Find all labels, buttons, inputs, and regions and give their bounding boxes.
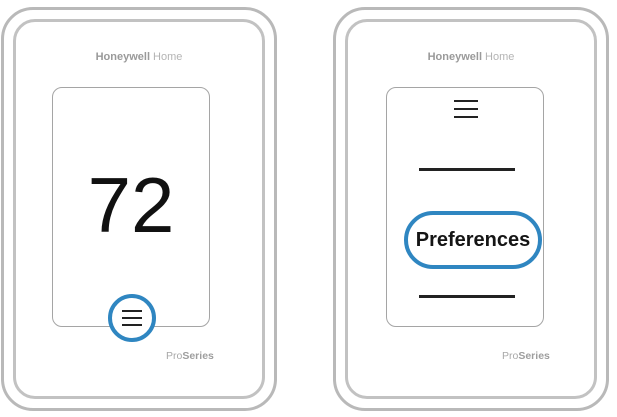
preferences-menu-item[interactable]: Preferences [404, 211, 542, 269]
hamburger-menu-icon[interactable] [454, 100, 478, 118]
series-name-light: Pro [502, 350, 519, 362]
brand-logo: Honeywell Home [16, 51, 262, 63]
brand-name-strong: Honeywell [95, 51, 150, 63]
diagram-stage: Honeywell Home 72 ProSeries Honeywell Ho… [0, 0, 617, 417]
temperature-display: 72 [87, 161, 175, 249]
thermostat-menu-faceplate: Honeywell Home Preferences ProSeries [345, 19, 597, 399]
brand-name-strong: Honeywell [427, 51, 482, 63]
hamburger-menu-icon [122, 310, 142, 326]
series-name-strong: Series [518, 350, 550, 362]
brand-name-light: Home [482, 51, 515, 63]
series-name-light: Pro [166, 350, 183, 362]
series-name-strong: Series [182, 350, 214, 362]
menu-divider-top [419, 168, 515, 171]
menu-screen [386, 87, 544, 327]
thermostat-home-device: Honeywell Home 72 ProSeries [1, 7, 277, 411]
brand-logo: Honeywell Home [348, 51, 594, 63]
brand-name-light: Home [150, 51, 183, 63]
menu-divider-bottom [419, 295, 515, 298]
thermostat-home-faceplate: Honeywell Home 72 ProSeries [13, 19, 265, 399]
home-screen: 72 [52, 87, 210, 327]
series-logo: ProSeries [166, 350, 214, 362]
preferences-label: Preferences [415, 229, 531, 251]
thermostat-menu-device: Honeywell Home Preferences ProSeries [333, 7, 609, 411]
menu-button[interactable] [108, 294, 156, 342]
series-logo: ProSeries [502, 350, 550, 362]
